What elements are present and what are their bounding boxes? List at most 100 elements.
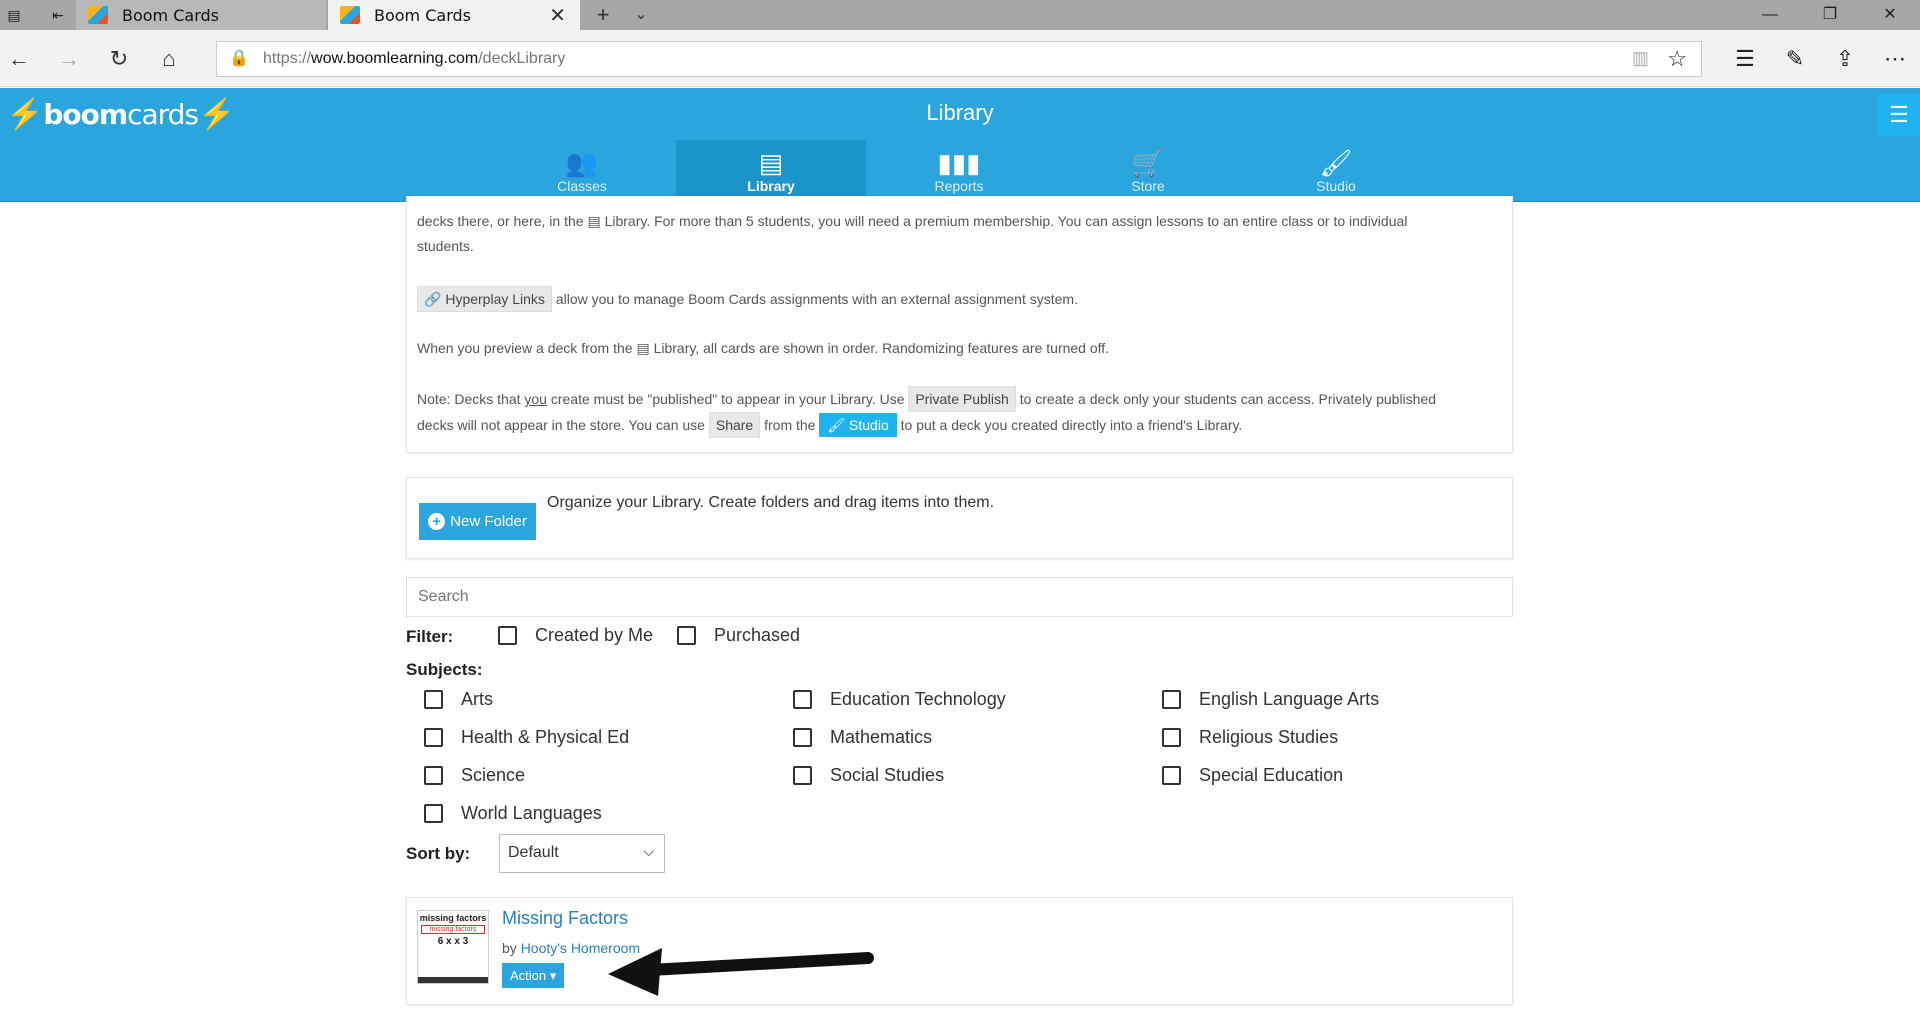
hyperplay-links-chip[interactable]: 🔗 Hyperplay Links — [417, 286, 552, 312]
checkbox[interactable] — [424, 690, 443, 709]
app-header: ⚡ boom cards ⚡ Library ☰ — [0, 88, 1920, 140]
share-chip[interactable]: Share — [708, 412, 761, 438]
chevron-down-icon: ⌵ — [643, 843, 654, 859]
link-icon: 🔗 — [424, 291, 442, 307]
checkbox-label: Mathematics — [830, 727, 933, 747]
checkbox[interactable] — [498, 626, 517, 645]
subject-world-languages[interactable]: World Languages — [424, 803, 602, 824]
more-icon[interactable]: ⋯ — [1870, 42, 1920, 76]
subject-special-education[interactable]: Special Education — [1162, 765, 1343, 786]
filter-created-by-me[interactable]: Created by Me — [498, 625, 653, 646]
deck-card: missing factors missing factors 6 x x 3 … — [406, 897, 1513, 1005]
tab-preview-chevron-icon[interactable]: ⌄ — [622, 0, 660, 30]
restore-icon[interactable]: ❐ — [1800, 0, 1860, 30]
nav-studio[interactable]: 🖌 Studio — [1241, 140, 1431, 202]
set-aside-tabs-icon[interactable]: ⇤ — [44, 0, 72, 30]
caret-down-icon: ▾ — [549, 968, 557, 983]
home-icon[interactable]: ⌂ — [152, 42, 186, 76]
sort-label: Sort by: — [406, 844, 471, 863]
new-folder-label: New Folder — [450, 513, 527, 530]
checkbox-label: Special Education — [1199, 765, 1344, 785]
nav-store[interactable]: 🛒 Store — [1053, 140, 1243, 202]
lock-icon: 🔒 — [229, 50, 249, 67]
library-mini-icon: ▤ — [587, 213, 601, 229]
subject-science[interactable]: Science — [424, 765, 525, 786]
deck-thumbnail[interactable]: missing factors missing factors 6 x x 3 — [417, 910, 489, 984]
thumb-math: 6 x x 3 — [437, 936, 469, 947]
back-icon[interactable]: ← — [2, 42, 36, 76]
by-label: by — [502, 940, 517, 956]
url-text: https://wow.boomlearning.com/deckLibrary — [263, 50, 566, 67]
minimize-icon[interactable]: — — [1740, 0, 1800, 30]
refresh-icon[interactable]: ↻ — [102, 42, 136, 76]
subject-social-studies[interactable]: Social Studies — [793, 765, 944, 786]
folder-panel: + New Folder Organize your Library. Crea… — [406, 477, 1513, 559]
url-field[interactable]: 🔒 https://wow.boomlearning.com/deckLibra… — [216, 41, 1702, 77]
filter-label: Filter: — [406, 627, 454, 646]
main-nav: 👥 Classes ▤ Library ▮▮▮ Reports 🛒 Store … — [0, 140, 1920, 202]
web-note-icon[interactable]: ✎ — [1770, 42, 1820, 76]
library-search[interactable] — [406, 577, 1513, 617]
checkbox[interactable] — [424, 766, 443, 785]
classes-icon: 👥 — [565, 148, 599, 178]
subject-education-technology[interactable]: Education Technology — [793, 689, 1006, 710]
nav-reports[interactable]: ▮▮▮ Reports — [864, 140, 1054, 202]
library-icon: ▤ — [758, 148, 784, 178]
subject-english-language-arts[interactable]: English Language Arts — [1162, 689, 1379, 710]
nav-classes[interactable]: 👥 Classes — [487, 140, 677, 202]
subject-religious-studies[interactable]: Religious Studies — [1162, 727, 1338, 748]
close-window-icon[interactable]: ✕ — [1860, 0, 1920, 30]
forward-icon[interactable]: → — [52, 42, 86, 76]
checkbox[interactable] — [793, 728, 812, 747]
share-icon[interactable]: ⇪ — [1820, 42, 1870, 76]
nav-library[interactable]: ▤ Library — [676, 140, 866, 202]
favorites-hub-icon[interactable]: ☰ — [1720, 42, 1770, 76]
subjects-label: Subjects: — [406, 660, 483, 679]
checkbox[interactable] — [677, 626, 696, 645]
thumb-title: missing factors — [419, 913, 487, 923]
checkbox-label: Science — [461, 765, 526, 785]
browser-tab[interactable]: Boom Cards — [76, 0, 326, 30]
nav-label: Classes — [557, 178, 607, 194]
checkbox[interactable] — [424, 804, 443, 823]
action-dropdown-button[interactable]: Action ▾ — [502, 963, 565, 988]
boom-favicon-icon — [88, 6, 108, 24]
reading-view-icon[interactable]: ▥ — [1632, 48, 1649, 69]
favorite-star-icon[interactable]: ☆ — [1667, 46, 1687, 72]
checkbox-label: Religious Studies — [1199, 727, 1339, 747]
plus-circle-icon: + — [428, 513, 446, 530]
checkbox[interactable] — [1162, 766, 1181, 785]
library-info-panel: decks there, or here, in the ▤ Library. … — [406, 196, 1513, 453]
subject-mathematics[interactable]: Mathematics — [793, 727, 932, 748]
action-label: Action — [510, 968, 547, 983]
new-folder-button[interactable]: + New Folder — [419, 503, 536, 540]
checkbox-label: Arts — [461, 689, 494, 709]
subject-arts[interactable]: Arts — [424, 689, 493, 710]
page-title: Library — [926, 100, 994, 125]
close-tab-icon[interactable]: ✕ — [549, 3, 566, 27]
private-publish-chip[interactable]: Private Publish — [908, 386, 1016, 412]
tab-manager-icon[interactable]: ▤ — [0, 0, 28, 30]
thumb-subtitle: missing factors — [421, 925, 485, 934]
tab-title: Boom Cards — [122, 5, 219, 25]
sort-select[interactable]: Default ⌵ — [499, 834, 665, 873]
deck-title-link[interactable]: Missing Factors — [502, 908, 628, 929]
checkbox[interactable] — [424, 728, 443, 747]
filter-purchased[interactable]: Purchased — [677, 625, 800, 646]
brush-icon: 🖌 — [1319, 148, 1353, 178]
info-paragraph-note: Note: Decks that you create must be "pub… — [417, 386, 1497, 438]
checkbox[interactable] — [1162, 690, 1181, 709]
checkbox-label: World Languages — [461, 803, 602, 823]
annotation-arrow — [608, 948, 874, 996]
studio-chip[interactable]: 🖌 Studio — [819, 413, 897, 437]
subject-health-physical-ed[interactable]: Health & Physical Ed — [424, 727, 629, 748]
browser-tab-active[interactable]: Boom Cards ✕ — [328, 0, 580, 30]
checkbox-label: Purchased — [714, 625, 801, 645]
checkbox-label: Health & Physical Ed — [461, 727, 630, 747]
checkbox[interactable] — [793, 766, 812, 785]
checkbox[interactable] — [1162, 728, 1181, 747]
new-tab-icon[interactable]: + — [584, 0, 622, 30]
search-input[interactable] — [418, 588, 1501, 606]
hamburger-menu-icon[interactable]: ☰ — [1878, 94, 1920, 136]
checkbox[interactable] — [793, 690, 812, 709]
